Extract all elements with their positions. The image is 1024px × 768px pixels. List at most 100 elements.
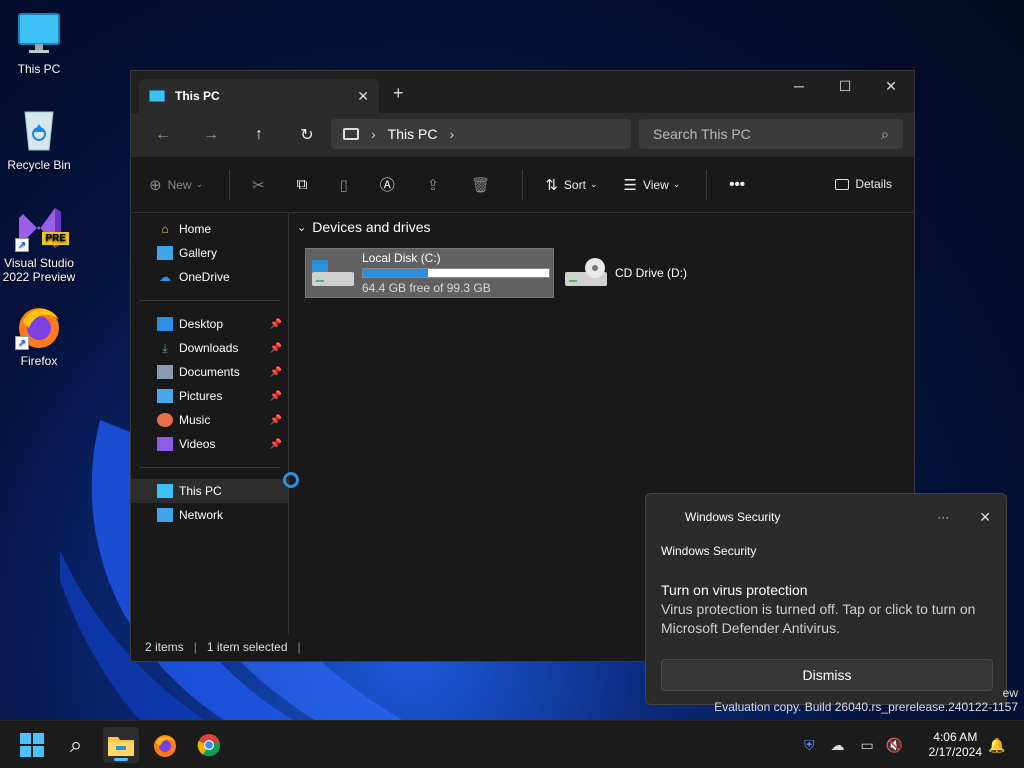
desktop-icon-label: This PC — [17, 62, 61, 76]
command-bar: ⊕ New ⌄ ✂ ⧉ ▯ Ⓐ ⇪ 🗑 ⇅ Sort ⌄ ☰ View ⌄ ••• Deta… — [131, 157, 914, 213]
desktop-icon-this-pc[interactable]: This PC — [0, 10, 78, 76]
maximize-icon[interactable]: ☐ — [822, 71, 868, 101]
back-arrow-icon[interactable]: ← — [139, 126, 187, 144]
pin-icon[interactable]: 📌 — [270, 415, 282, 426]
up-arrow-icon[interactable]: ↑ — [235, 126, 283, 144]
video-icon — [157, 437, 173, 451]
pin-icon[interactable]: 📌 — [270, 391, 282, 402]
taskbar: ⌕ ⛨ ☁ ▭ 🔇 4:06 AM 2/17/2024 🔔 — [0, 720, 1024, 768]
music-icon — [157, 413, 173, 427]
sidebar-item-label: Music — [179, 413, 211, 427]
sidebar-item-gallery[interactable]: Gallery — [131, 241, 288, 265]
share-button[interactable]: ⇪ — [427, 176, 446, 194]
desktop-icon-firefox[interactable]: ↗ Firefox — [0, 302, 78, 368]
pin-icon[interactable]: 📌 — [270, 343, 282, 354]
monitor-icon — [157, 484, 173, 498]
chevron-right-icon[interactable]: › — [449, 126, 454, 142]
more-options-button[interactable]: ••• — [729, 176, 751, 193]
speaker-muted-icon[interactable]: 🔇 — [886, 737, 903, 754]
search-box[interactable]: Search This PC ⌕ — [639, 119, 903, 149]
desktop-icon-recycle-bin[interactable]: Recycle Bin — [0, 106, 78, 172]
taskbar-file-explorer[interactable] — [103, 727, 139, 763]
sidebar-item-music[interactable]: Music 📌 — [131, 408, 288, 432]
desktop-icon-label: Recycle Bin — [7, 158, 71, 172]
delete-button[interactable]: 🗑 — [471, 176, 496, 194]
desktop-folder-icon — [157, 317, 173, 331]
dismiss-button[interactable]: Dismiss — [661, 659, 993, 691]
window-controls: ─ ☐ ✕ — [776, 71, 914, 101]
start-button[interactable] — [14, 727, 50, 763]
close-tab-icon[interactable]: ✕ — [357, 88, 369, 105]
drive-usage-bar — [362, 268, 550, 278]
details-pane-icon — [835, 178, 850, 190]
sidebar-item-videos[interactable]: Videos 📌 — [131, 432, 288, 456]
close-window-icon[interactable]: ✕ — [868, 71, 914, 101]
sidebar-item-network[interactable]: Network — [131, 503, 288, 527]
sidebar-item-documents[interactable]: Documents 📌 — [131, 360, 288, 384]
ellipsis-icon: ••• — [729, 176, 746, 193]
sidebar-item-desktop[interactable]: Desktop 📌 — [131, 312, 288, 336]
search-button[interactable]: ⌕ — [58, 727, 94, 763]
search-icon: ⌕ — [69, 732, 83, 757]
drive-cd-d[interactable]: CD Drive (D:) — [559, 248, 739, 298]
pin-icon[interactable]: 📌 — [270, 439, 282, 450]
paste-button[interactable]: ▯ — [339, 176, 353, 194]
system-tray: ⛨ ☁ ▭ 🔇 — [804, 721, 903, 768]
busy-cursor-icon — [283, 472, 299, 488]
copy-icon: ⧉ — [296, 176, 308, 193]
security-shield-icon[interactable]: ⛨ — [804, 737, 815, 754]
search-input[interactable]: Search This PC — [653, 126, 751, 142]
firefox-icon: ↗ — [15, 302, 63, 350]
watermark-line-2: Evaluation copy. Build 26040.rs_prerelea… — [714, 700, 1018, 714]
title-bar: This PC ✕ + ─ ☐ ✕ — [131, 71, 914, 113]
new-label: New — [167, 177, 192, 192]
pin-icon[interactable]: 📌 — [270, 319, 282, 330]
navigation-pane: ⌂ Home Gallery ☁ OneDrive Desktop 📌 ⤓ Downlo… — [131, 213, 289, 635]
home-icon: ⌂ — [161, 222, 169, 236]
address-bar[interactable]: › This PC › — [331, 119, 631, 149]
new-button[interactable]: ⊕ New ⌄ — [149, 176, 203, 194]
desktop-icon-visual-studio[interactable]: PRE ↗ Visual Studio 2022 Preview — [0, 204, 78, 284]
divider — [139, 467, 280, 468]
sidebar-item-label: Gallery — [179, 246, 218, 260]
sidebar-item-onedrive[interactable]: ☁ OneDrive — [131, 265, 288, 289]
notification-bell-icon[interactable]: 🔔 — [988, 721, 1005, 768]
evaluation-watermark: ew Evaluation copy. Build 26040.rs_prere… — [714, 686, 1018, 715]
breadcrumb-this-pc[interactable]: This PC — [388, 126, 438, 142]
sidebar-item-label: OneDrive — [179, 270, 230, 284]
new-tab-icon[interactable]: + — [393, 83, 404, 104]
network-icon[interactable]: ▭ — [861, 737, 874, 754]
taskbar-chrome[interactable] — [191, 727, 227, 763]
details-label: Details — [855, 177, 892, 191]
sort-button[interactable]: ⇅ Sort ⌄ — [545, 176, 597, 194]
tab-this-pc[interactable]: This PC ✕ — [139, 79, 379, 113]
cd-drive-icon — [565, 258, 607, 288]
pin-icon[interactable]: 📌 — [270, 367, 282, 378]
chevron-right-icon[interactable]: › — [371, 126, 376, 142]
rename-button[interactable]: Ⓐ — [380, 174, 401, 195]
copy-button[interactable]: ⧉ — [297, 176, 314, 193]
taskbar-firefox[interactable] — [147, 727, 183, 763]
sort-label: Sort — [563, 177, 586, 192]
status-separator: | — [193, 640, 197, 654]
sidebar-item-pictures[interactable]: Pictures 📌 — [131, 384, 288, 408]
minimize-icon[interactable]: ─ — [776, 71, 822, 101]
clock[interactable]: 4:06 AM 2/17/2024 — [929, 730, 982, 760]
security-notification[interactable]: Windows Security ··· ✕ Windows Security … — [645, 493, 1007, 705]
view-button[interactable]: ☰ View ⌄ — [623, 176, 680, 194]
details-button[interactable]: Details — [835, 177, 892, 191]
refresh-icon[interactable]: ↻ — [283, 125, 331, 145]
notification-app-name: Windows Security — [661, 544, 757, 558]
cloud-offline-icon[interactable]: ☁ — [831, 737, 845, 754]
sidebar-item-home[interactable]: ⌂ Home — [131, 217, 288, 241]
sidebar-item-downloads[interactable]: ⤓ Downloads 📌 — [131, 336, 288, 360]
notification-header-title: Windows Security — [685, 510, 781, 524]
sidebar-item-this-pc[interactable]: This PC — [131, 479, 288, 503]
group-header-devices[interactable]: ⌄ Devices and drives — [297, 219, 907, 235]
drive-local-disk-c[interactable]: Local Disk (C:) 64.4 GB free of 99.3 GB — [305, 248, 554, 298]
ellipsis-icon[interactable]: ··· — [937, 510, 949, 524]
content-pane: ⌄ Devices and drives — [297, 219, 907, 235]
close-icon[interactable]: ✕ — [979, 509, 991, 526]
cut-button[interactable]: ✂ — [252, 176, 271, 194]
forward-arrow-icon[interactable]: → — [187, 126, 235, 144]
